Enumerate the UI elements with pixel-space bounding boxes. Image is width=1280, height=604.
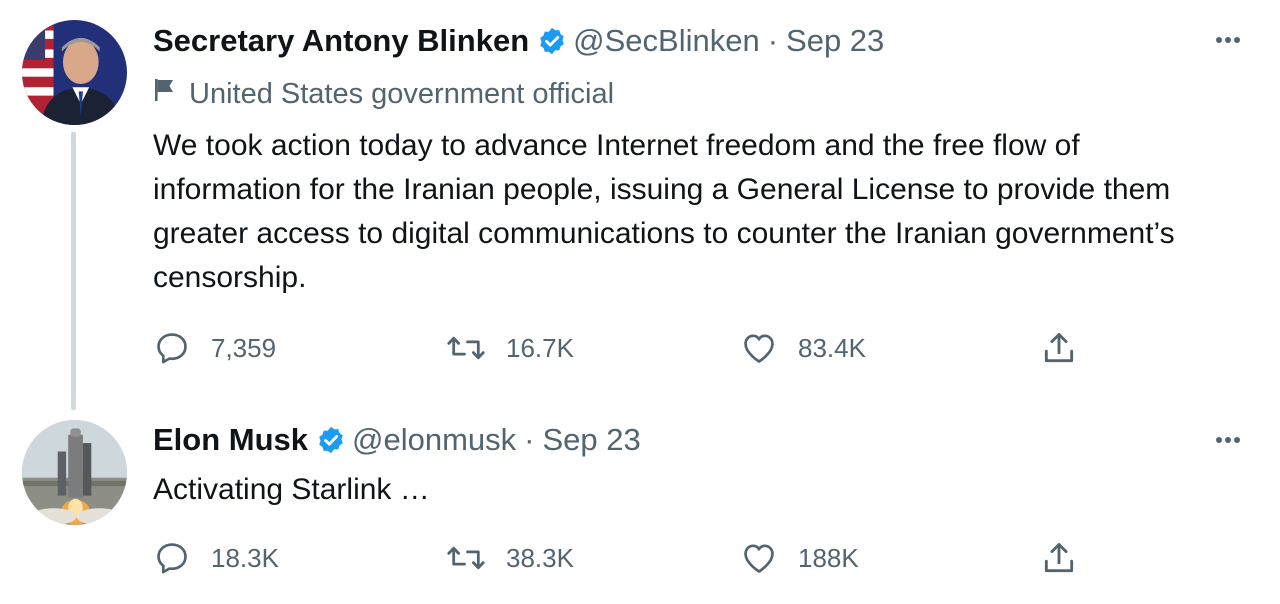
tweet-text: Activating Starlink …: [153, 473, 430, 506]
retweet-button[interactable]: 16.7K: [446, 328, 574, 368]
reply-button[interactable]: 7,359: [153, 328, 276, 368]
thread-connector-line: [71, 132, 76, 410]
tweet-date[interactable]: Sep 23: [786, 23, 884, 59]
tweet-actions: 7,359 16.7K 83.4K: [153, 328, 1083, 368]
display-name[interactable]: Secretary Antony Blinken: [153, 23, 529, 59]
retweet-count: 38.3K: [506, 542, 574, 573]
tweet-header: Elon Musk @elonmusk · Sep 23: [153, 420, 641, 460]
share-button[interactable]: [1040, 328, 1098, 368]
avatar-elonmusk[interactable]: [22, 420, 127, 525]
retweet-icon: [446, 329, 486, 367]
more-options-icon[interactable]: [1208, 30, 1248, 50]
retweet-icon: [446, 539, 486, 577]
user-handle[interactable]: @SecBlinken: [573, 23, 760, 59]
share-icon: [1040, 329, 1078, 367]
verified-badge-icon: [537, 26, 567, 56]
tweet-elonmusk[interactable]: Elon Musk @elonmusk · Sep 23 Activating …: [0, 400, 1280, 604]
separator-dot: ·: [524, 422, 535, 457]
retweet-count: 16.7K: [506, 332, 574, 363]
retweet-button[interactable]: 38.3K: [446, 538, 574, 578]
government-label: United States government official: [153, 74, 614, 114]
like-count: 188K: [798, 542, 859, 573]
reply-icon: [153, 539, 191, 577]
avatar-elonmusk-image: [22, 420, 127, 525]
user-handle[interactable]: @elonmusk: [352, 422, 516, 458]
tweet-date[interactable]: Sep 23: [543, 422, 641, 458]
avatar-secblinken-image: [22, 20, 127, 125]
share-icon: [1040, 539, 1078, 577]
verified-badge-icon: [316, 425, 346, 455]
reply-count: 7,359: [211, 332, 277, 363]
tweet-actions: 18.3K 38.3K 188K: [153, 538, 1083, 578]
share-button[interactable]: [1040, 538, 1098, 578]
like-icon: [740, 329, 778, 367]
more-options-icon[interactable]: [1208, 430, 1248, 450]
government-flag-icon: [153, 77, 175, 111]
reply-button[interactable]: 18.3K: [153, 538, 279, 578]
avatar-secblinken[interactable]: [22, 20, 127, 125]
government-label-text: United States government official: [189, 77, 615, 110]
tweet-header: Secretary Antony Blinken @SecBlinken · S…: [153, 21, 884, 61]
separator-dot: ·: [767, 23, 779, 58]
reply-icon: [153, 329, 191, 367]
like-button[interactable]: 188K: [740, 538, 859, 578]
like-count: 83.4K: [798, 332, 866, 363]
tweet-text: We took action today to advance Internet…: [153, 129, 1175, 294]
display-name[interactable]: Elon Musk: [153, 422, 308, 458]
tweet-secblinken[interactable]: Secretary Antony Blinken @SecBlinken · S…: [0, 0, 1280, 410]
reply-count: 18.3K: [211, 542, 279, 573]
like-icon: [740, 539, 778, 577]
like-button[interactable]: 83.4K: [740, 328, 866, 368]
